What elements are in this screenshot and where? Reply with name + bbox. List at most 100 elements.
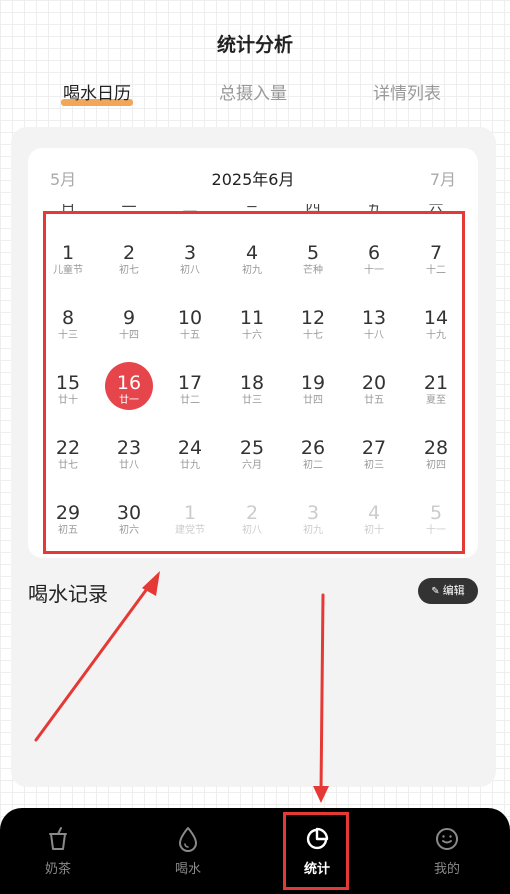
calendar-day[interactable]: 24 廿九 bbox=[160, 435, 220, 495]
lunar-date: 芒种 bbox=[303, 265, 323, 276]
calendar-day[interactable]: 3 初八 bbox=[160, 240, 220, 300]
current-month-label: 2025年6月 bbox=[211, 170, 295, 189]
calendar-day[interactable]: 5 芒种 bbox=[283, 240, 343, 300]
calendar-day[interactable]: 4 初十 bbox=[344, 500, 404, 558]
calendar-day[interactable]: 30 初六 bbox=[99, 500, 159, 558]
calendar-day[interactable]: 21 夏至 bbox=[406, 370, 466, 430]
calendar-day[interactable]: 12 十七 bbox=[283, 305, 343, 365]
lunar-date: 初九 bbox=[303, 525, 323, 536]
calendar-day[interactable]: 11 十六 bbox=[222, 305, 282, 365]
calendar-day-selected[interactable]: 16 廿一 bbox=[99, 362, 159, 430]
day-number: 14 bbox=[423, 307, 449, 329]
calendar-day[interactable]: 23 廿八 bbox=[99, 435, 159, 495]
edit-button[interactable]: ✎ 编辑 bbox=[418, 578, 478, 604]
lunar-date: 廿十 bbox=[58, 395, 78, 406]
calendar-day[interactable]: 5 十一 bbox=[406, 500, 466, 558]
drink-record-title: 喝水记录 bbox=[28, 582, 108, 606]
weekday-label: 二 bbox=[182, 204, 198, 216]
lunar-date: 六月 bbox=[242, 460, 262, 471]
calendar-day[interactable]: 18 廿三 bbox=[222, 370, 282, 430]
calendar-day[interactable]: 2 初七 bbox=[99, 240, 159, 300]
lunar-date: 廿一 bbox=[119, 395, 139, 406]
calendar-day[interactable]: 17 廿二 bbox=[160, 370, 220, 430]
calendar-day[interactable]: 27 初三 bbox=[344, 435, 404, 495]
cup-icon bbox=[49, 827, 67, 850]
day-number: 22 bbox=[55, 437, 81, 459]
tab-label: 总摄入量 bbox=[219, 84, 287, 104]
calendar-day[interactable]: 4 初九 bbox=[222, 240, 282, 300]
day-number: 13 bbox=[361, 307, 387, 329]
smiley-icon bbox=[436, 828, 458, 850]
calendar-day[interactable]: 7 十二 bbox=[406, 240, 466, 300]
day-number: 23 bbox=[116, 437, 142, 459]
tab-detail-list[interactable]: 详情列表 bbox=[373, 82, 441, 108]
calendar-day[interactable]: 3 初九 bbox=[283, 500, 343, 558]
lunar-date: 十五 bbox=[180, 330, 200, 341]
nav-mine[interactable]: 我的 bbox=[407, 826, 487, 886]
weekday-label: 五 bbox=[366, 204, 382, 216]
calendar-day[interactable]: 10 十五 bbox=[160, 305, 220, 365]
day-number: 12 bbox=[300, 307, 326, 329]
day-number: 6 bbox=[367, 242, 381, 264]
tab-drink-calendar[interactable]: 喝水日历 bbox=[61, 82, 133, 108]
weekday-label: 一 bbox=[121, 204, 137, 216]
day-number: 29 bbox=[55, 502, 81, 524]
calendar-day[interactable]: 1 儿童节 bbox=[38, 240, 98, 300]
day-number: 5 bbox=[429, 502, 443, 524]
weekday-header: 日 一 二 三 四 五 六 bbox=[38, 204, 468, 222]
day-number: 3 bbox=[306, 502, 320, 524]
calendar-day[interactable]: 26 初二 bbox=[283, 435, 343, 495]
calendar-day[interactable]: 20 廿五 bbox=[344, 370, 404, 430]
day-number: 30 bbox=[116, 502, 142, 524]
lunar-date: 廿二 bbox=[180, 395, 200, 406]
tab-total-intake[interactable]: 总摄入量 bbox=[219, 82, 287, 108]
lunar-date: 十二 bbox=[426, 265, 446, 276]
nav-milk-tea[interactable]: 奶茶 bbox=[18, 826, 98, 886]
calendar-day[interactable]: 19 廿四 bbox=[283, 370, 343, 430]
day-number: 19 bbox=[300, 372, 326, 394]
day-number: 1 bbox=[61, 242, 75, 264]
edit-label: 编辑 bbox=[442, 584, 465, 597]
page-title: 统计分析 bbox=[216, 34, 293, 56]
lunar-date: 初二 bbox=[303, 460, 323, 471]
day-number: 15 bbox=[55, 372, 81, 394]
day-number: 7 bbox=[429, 242, 443, 264]
day-number: 4 bbox=[367, 502, 381, 524]
day-number: 10 bbox=[177, 307, 203, 329]
day-number: 4 bbox=[245, 242, 259, 264]
calendar-day[interactable]: 28 初四 bbox=[406, 435, 466, 495]
lunar-date: 廿三 bbox=[242, 395, 262, 406]
day-number: 18 bbox=[239, 372, 265, 394]
lunar-date: 廿八 bbox=[119, 460, 139, 471]
lunar-date: 十三 bbox=[58, 330, 78, 341]
day-number: 20 bbox=[361, 372, 387, 394]
lunar-date: 初十 bbox=[364, 525, 384, 536]
calendar-day[interactable]: 13 十八 bbox=[344, 305, 404, 365]
nav-statistics[interactable]: 统计 bbox=[277, 826, 357, 886]
lunar-date: 初九 bbox=[242, 265, 262, 276]
nav-drink-water[interactable]: 喝水 bbox=[148, 826, 228, 886]
calendar-day[interactable]: 9 十四 bbox=[99, 305, 159, 365]
calendar-day[interactable]: 22 廿七 bbox=[38, 435, 98, 495]
next-month-button[interactable]: 7月 bbox=[430, 166, 456, 190]
calendar-day[interactable]: 25 六月 bbox=[222, 435, 282, 495]
day-number: 26 bbox=[300, 437, 326, 459]
lunar-date: 初八 bbox=[180, 265, 200, 276]
lunar-date: 初八 bbox=[242, 525, 262, 536]
day-number: 11 bbox=[239, 307, 265, 329]
lunar-date: 廿五 bbox=[364, 395, 384, 406]
calendar-day[interactable]: 15 廿十 bbox=[38, 370, 98, 430]
pencil-icon: ✎ bbox=[431, 586, 440, 597]
lunar-date: 初三 bbox=[364, 460, 384, 471]
calendar-day[interactable]: 6 十一 bbox=[344, 240, 404, 300]
calendar-day[interactable]: 2 初八 bbox=[222, 500, 282, 558]
calendar-day[interactable]: 29 初五 bbox=[38, 500, 98, 558]
calendar-day[interactable]: 8 十三 bbox=[38, 305, 98, 365]
calendar-day[interactable]: 14 十九 bbox=[406, 305, 466, 365]
lunar-date: 十八 bbox=[364, 330, 384, 341]
lunar-date: 初六 bbox=[119, 525, 139, 536]
calendar-day[interactable]: 1 建党节 bbox=[160, 500, 220, 558]
lunar-date: 儿童节 bbox=[53, 265, 83, 276]
weekday-label: 日 bbox=[60, 204, 76, 216]
day-number: 24 bbox=[177, 437, 203, 459]
